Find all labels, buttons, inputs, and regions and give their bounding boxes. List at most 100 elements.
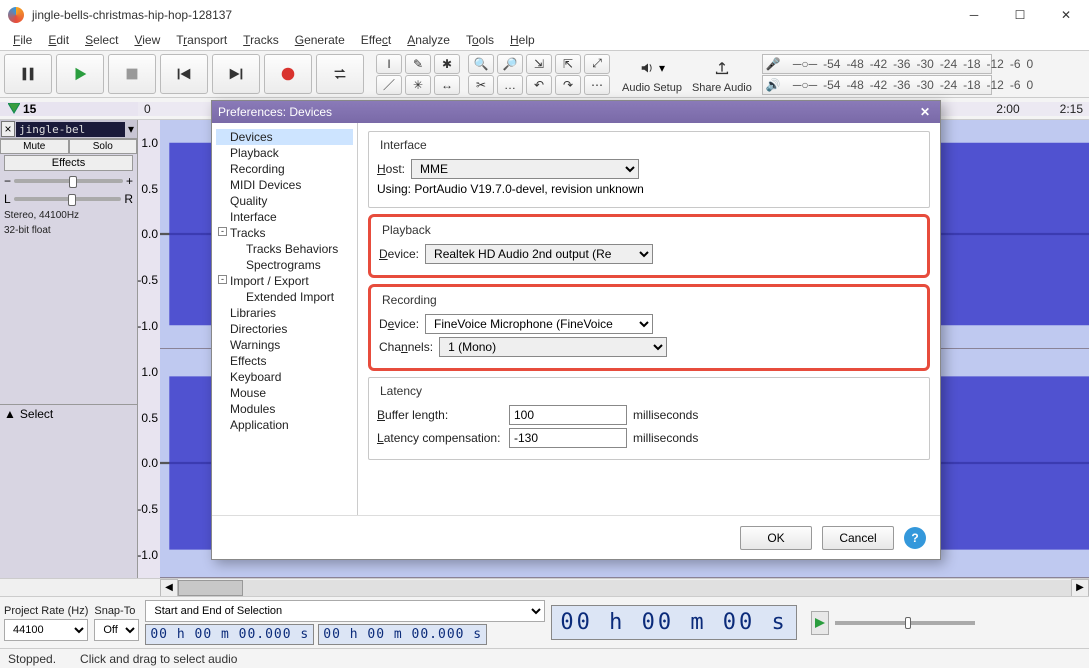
menu-file[interactable]: File (6, 31, 39, 49)
dialog-titlebar[interactable]: Preferences: Devices ✕ (212, 101, 940, 123)
share-icon (713, 59, 731, 77)
menu-transport[interactable]: Transport (169, 31, 234, 49)
menu-view[interactable]: View (127, 31, 167, 49)
undo-icon[interactable]: ↶ (526, 75, 552, 95)
help-button[interactable]: ? (904, 527, 926, 549)
envelope-tool-icon[interactable]: ✎ (405, 54, 431, 74)
share-audio-label[interactable]: Share Audio (692, 82, 752, 94)
horizontal-scrollbar[interactable]: ◀ ▶ (0, 578, 1089, 596)
audio-setup-label[interactable]: Audio Setup (622, 82, 682, 94)
record-button[interactable] (264, 54, 312, 94)
tree-item-quality[interactable]: Quality (216, 193, 353, 209)
minimize-button[interactable]: ─ (951, 0, 997, 30)
selection-end-timecode[interactable]: 00 h 00 m 00.000 s (318, 624, 487, 645)
tree-item-recording[interactable]: Recording (216, 161, 353, 177)
host-label: Host: (377, 162, 405, 176)
track-close-button[interactable]: × (1, 121, 15, 137)
tree-item-tracks-behaviors[interactable]: Tracks Behaviors (216, 241, 353, 257)
menu-select[interactable]: Select (78, 31, 125, 49)
fit-selection-icon[interactable]: ⇲ (526, 54, 552, 74)
tree-item-midi-devices[interactable]: MIDI Devices (216, 177, 353, 193)
playback-device-select[interactable]: Realtek HD Audio 2nd output (Re (425, 244, 653, 264)
trim-icon[interactable]: ✂ (468, 75, 494, 95)
silence-icon[interactable]: … (497, 75, 523, 95)
tree-item-devices[interactable]: Devices (216, 129, 353, 145)
tree-item-spectrograms[interactable]: Spectrograms (216, 257, 353, 273)
selection-tool-icon[interactable]: I (376, 54, 402, 74)
snap-select[interactable]: Off (94, 619, 139, 641)
menu-tools[interactable]: Tools (459, 31, 501, 49)
pan-slider[interactable]: LR (0, 190, 137, 208)
preferences-tree[interactable]: DevicesPlaybackRecordingMIDI DevicesQual… (212, 123, 358, 515)
menu-analyze[interactable]: Analyze (400, 31, 457, 49)
timeshift-tool-icon[interactable]: ↔ (434, 75, 460, 95)
zoom-tool-icon[interactable]: ✳ (405, 75, 431, 95)
scroll-thumb[interactable] (178, 580, 243, 596)
multi-tool-icon[interactable]: ✱ (434, 54, 460, 74)
zoom-out-icon[interactable]: 🔎 (497, 54, 523, 74)
ok-button[interactable]: OK (740, 526, 812, 550)
record-meter[interactable]: 🎤─○─ -54-48-42-36-30-24-18-12-60 (762, 54, 992, 74)
position-timecode[interactable]: 00 h 00 m 00 s (551, 605, 796, 640)
more-icon[interactable]: ⋯ (584, 75, 610, 95)
cancel-button[interactable]: Cancel (822, 526, 894, 550)
recording-device-select[interactable]: FineVoice Microphone (FineVoice (425, 314, 653, 334)
track-menu-icon[interactable]: ▾ (125, 122, 137, 136)
tree-item-effects[interactable]: Effects (216, 353, 353, 369)
play-meter[interactable]: 🔊─○─ -54-48-42-36-30-24-18-12-60 (762, 75, 992, 95)
close-button[interactable]: ✕ (1043, 0, 1089, 30)
play-slider-icon[interactable]: ─○─ (793, 78, 817, 92)
draw-tool-icon[interactable]: ／ (376, 75, 402, 95)
play-button[interactable] (56, 54, 104, 94)
selection-mode-select[interactable]: Start and End of Selection (145, 600, 545, 622)
fit-project-icon[interactable]: ⇱ (555, 54, 581, 74)
gain-slider[interactable]: −+ (0, 172, 137, 190)
menu-help[interactable]: Help (503, 31, 542, 49)
rec-slider-icon[interactable]: ─○─ (793, 57, 817, 71)
playback-speed-slider[interactable] (835, 621, 975, 625)
redo-icon[interactable]: ↷ (555, 75, 581, 95)
stop-button[interactable] (108, 54, 156, 94)
loop-button[interactable] (316, 54, 364, 94)
chevron-down-icon[interactable]: ▾ (659, 61, 665, 75)
tree-item-mouse[interactable]: Mouse (216, 385, 353, 401)
menu-effect[interactable]: Effect (354, 31, 398, 49)
buffer-input[interactable] (509, 405, 627, 425)
menu-tracks[interactable]: Tracks (236, 31, 286, 49)
menu-edit[interactable]: Edit (41, 31, 76, 49)
tree-item-keyboard[interactable]: Keyboard (216, 369, 353, 385)
tree-item-modules[interactable]: Modules (216, 401, 353, 417)
host-select[interactable]: MME (411, 159, 639, 179)
tree-item-interface[interactable]: Interface (216, 209, 353, 225)
tree-item-application[interactable]: Application (216, 417, 353, 433)
tree-item-tracks[interactable]: -Tracks (216, 225, 353, 241)
playback-group: Playback Device: Realtek HD Audio 2nd ou… (368, 214, 930, 278)
effects-button[interactable]: Effects (4, 155, 133, 171)
menu-generate[interactable]: Generate (288, 31, 352, 49)
selection-start-timecode[interactable]: 00 h 00 m 00.000 s (145, 624, 314, 645)
mute-button[interactable]: Mute (0, 139, 69, 154)
maximize-button[interactable]: ☐ (997, 0, 1043, 30)
tree-item-directories[interactable]: Directories (216, 321, 353, 337)
latency-comp-input[interactable] (509, 428, 627, 448)
tree-expander-icon[interactable]: - (218, 227, 227, 236)
scroll-left-icon[interactable]: ◀ (160, 579, 178, 597)
zoom-toggle-icon[interactable]: ⤢ (584, 54, 610, 74)
track-select-button[interactable]: ▲Select (0, 404, 137, 423)
solo-button[interactable]: Solo (69, 139, 138, 154)
skip-start-button[interactable] (160, 54, 208, 94)
zoom-in-icon[interactable]: 🔍 (468, 54, 494, 74)
tree-item-extended-import[interactable]: Extended Import (216, 289, 353, 305)
tree-item-libraries[interactable]: Libraries (216, 305, 353, 321)
tree-item-import-export[interactable]: -Import / Export (216, 273, 353, 289)
tree-item-playback[interactable]: Playback (216, 145, 353, 161)
project-rate-select[interactable]: 44100 (4, 619, 88, 641)
tree-item-warnings[interactable]: Warnings (216, 337, 353, 353)
channels-select[interactable]: 1 (Mono) (439, 337, 667, 357)
tree-expander-icon[interactable]: - (218, 275, 227, 284)
skip-end-button[interactable] (212, 54, 260, 94)
dialog-close-button[interactable]: ✕ (916, 105, 934, 119)
pause-button[interactable] (4, 54, 52, 94)
scroll-right-icon[interactable]: ▶ (1071, 579, 1089, 597)
play-at-speed-button[interactable] (811, 611, 829, 635)
